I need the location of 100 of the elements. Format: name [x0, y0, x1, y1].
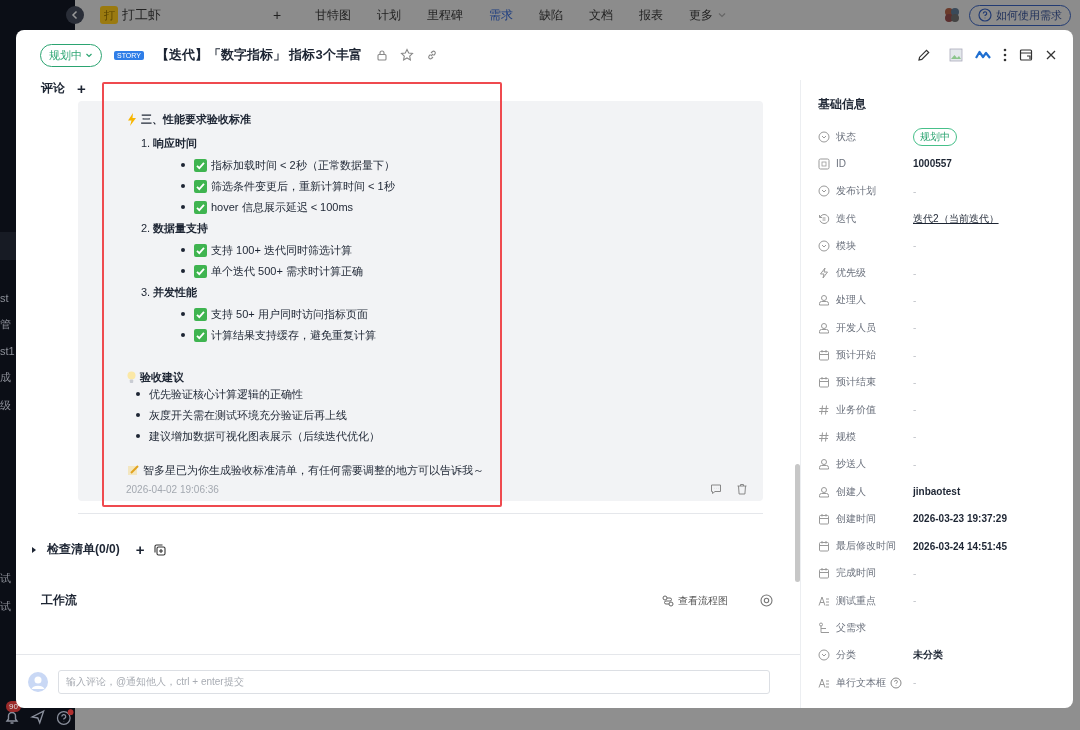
add-checklist-button[interactable]: +	[135, 541, 145, 558]
criterion-text: 计算结果支持缓存，避免重复计算	[211, 328, 376, 343]
person-icon	[818, 294, 830, 307]
iteration-link[interactable]: 迭代2（当前迭代）	[913, 211, 999, 226]
empty-value-placeholder[interactable]: -	[913, 404, 917, 416]
comments-heading: 评论	[41, 80, 65, 97]
field-label: 模块	[836, 238, 856, 253]
chevron-down-icon	[85, 51, 93, 59]
lock-icon[interactable]	[375, 49, 388, 61]
nav-tab[interactable]: 报表	[639, 6, 664, 24]
nav-tab[interactable]: 更多	[689, 6, 714, 24]
suggestion-text: 优先验证核心计算逻辑的正确性	[149, 387, 303, 402]
window-icon[interactable]	[1019, 48, 1033, 62]
field-label: 开发人员	[836, 320, 876, 335]
status-dropdown[interactable]: 规划中	[40, 43, 102, 67]
add-button[interactable]: +	[273, 7, 282, 23]
story-title: 【迭代】「数字指标」 指标3个丰富	[155, 46, 362, 64]
empty-value-placeholder[interactable]: -	[913, 185, 917, 197]
comment-timestamp: 2026-04-02 19:06:36	[126, 483, 219, 495]
criterion-text: 指标加载时间 < 2秒（正常数据量下）	[211, 158, 395, 173]
empty-value-placeholder[interactable]: -	[913, 458, 917, 470]
field-label: 状态	[836, 129, 856, 144]
collapse-button[interactable]	[66, 6, 84, 24]
numbered-heading: 3. 并发性能	[141, 285, 198, 300]
field-value: 1000557	[913, 158, 952, 170]
text-format-icon	[818, 594, 830, 607]
wave-logo-icon[interactable]	[975, 50, 991, 60]
copy-add-icon[interactable]	[154, 543, 167, 556]
add-comment-button[interactable]: +	[77, 80, 86, 97]
check-box-icon	[194, 200, 207, 214]
suggestion-text: 灰度开关需在测试环境充分验证后再上线	[149, 408, 347, 423]
numbered-heading: 1. 响应时间	[141, 136, 198, 151]
empty-value-placeholder[interactable]: -	[913, 595, 917, 607]
settings-icon[interactable]	[760, 594, 773, 607]
field-label: 发布计划	[836, 184, 876, 199]
field-value: 2026-03-24 14:51:45	[913, 540, 1007, 552]
id-card-icon	[818, 157, 830, 170]
field-value: jinbaotest	[913, 486, 961, 497]
empty-value-placeholder[interactable]: -	[913, 677, 917, 689]
person-icon	[818, 321, 830, 334]
hash-icon	[818, 430, 830, 443]
check-box-icon	[194, 264, 207, 278]
nav-tab[interactable]: 缺陷	[539, 6, 564, 24]
info-heading: 基础信息	[818, 96, 867, 113]
edit-icon[interactable]	[917, 48, 931, 62]
avatar-icon	[28, 671, 48, 692]
comment-input[interactable]: 输入评论，@通知他人，ctrl + enter提交	[58, 669, 770, 694]
light-bulb-icon	[127, 370, 136, 384]
field-label: 测试重点	[836, 593, 876, 608]
expand-arrow-icon[interactable]	[31, 546, 37, 553]
field-label: 分类	[836, 648, 856, 663]
nav-tab[interactable]: 甘特图	[315, 6, 352, 24]
delete-icon[interactable]	[736, 483, 748, 495]
field-label: 父需求	[836, 621, 866, 635]
calendar-icon	[818, 567, 830, 580]
close-icon[interactable]	[1045, 49, 1057, 61]
calendar-icon	[818, 512, 830, 525]
criterion-text: hover 信息展示延迟 < 100ms	[211, 200, 354, 215]
more-icon[interactable]	[1003, 48, 1007, 62]
nav-tab[interactable]: 里程碑	[427, 6, 464, 24]
empty-value-placeholder[interactable]: -	[913, 240, 917, 252]
check-box-icon	[194, 328, 207, 342]
link-icon[interactable]	[425, 49, 438, 61]
app-name: 打工虾	[122, 6, 161, 24]
help-icon[interactable]	[55, 708, 75, 726]
section-heading: 三、性能要求验收标准	[141, 112, 251, 127]
field-value: 未分类	[913, 648, 943, 663]
view-flowchart-button[interactable]: 查看流程图	[656, 592, 734, 609]
empty-value-placeholder[interactable]: -	[913, 376, 917, 388]
empty-value-placeholder[interactable]: -	[913, 349, 917, 361]
pinwheel-icon[interactable]	[943, 6, 962, 24]
nav-tab[interactable]: 需求	[489, 6, 514, 24]
empty-value-placeholder[interactable]: -	[913, 267, 917, 279]
numbered-heading: 2. 数据量支持	[141, 221, 209, 236]
check-box-icon	[194, 158, 207, 172]
cycle-icon	[818, 212, 830, 225]
criterion-text: 支持 50+ 用户同时访问指标页面	[211, 307, 368, 322]
criterion-text: 单个迭代 500+ 需求时计算正确	[211, 264, 363, 279]
field-label: 业务价值	[836, 402, 876, 417]
field-label: 抄送人	[836, 457, 866, 472]
nav-tab[interactable]: 文档	[589, 6, 614, 24]
criterion-text: 筛选条件变更后，重新计算时间 < 1秒	[211, 179, 395, 194]
chevron-circle-icon	[818, 130, 830, 143]
nav-tab[interactable]: 计划	[377, 6, 402, 24]
bell-icon[interactable]	[4, 709, 20, 725]
empty-value-placeholder[interactable]: -	[913, 431, 917, 443]
calendar-icon	[818, 376, 830, 389]
empty-value-placeholder[interactable]: -	[913, 322, 917, 334]
chevron-circle-icon	[818, 185, 830, 198]
scrollbar[interactable]	[795, 464, 800, 582]
send-icon[interactable]	[30, 709, 46, 725]
hierarchy-icon	[818, 622, 830, 634]
empty-value-placeholder[interactable]: -	[913, 294, 917, 306]
field-label: 预计开始	[836, 348, 876, 362]
reply-icon[interactable]	[710, 483, 722, 495]
empty-value-placeholder[interactable]: -	[913, 567, 917, 579]
text-format-icon	[818, 676, 830, 689]
star-icon[interactable]	[399, 48, 414, 62]
field-label: 完成时间	[836, 566, 876, 581]
field-label: 处理人	[836, 293, 866, 308]
